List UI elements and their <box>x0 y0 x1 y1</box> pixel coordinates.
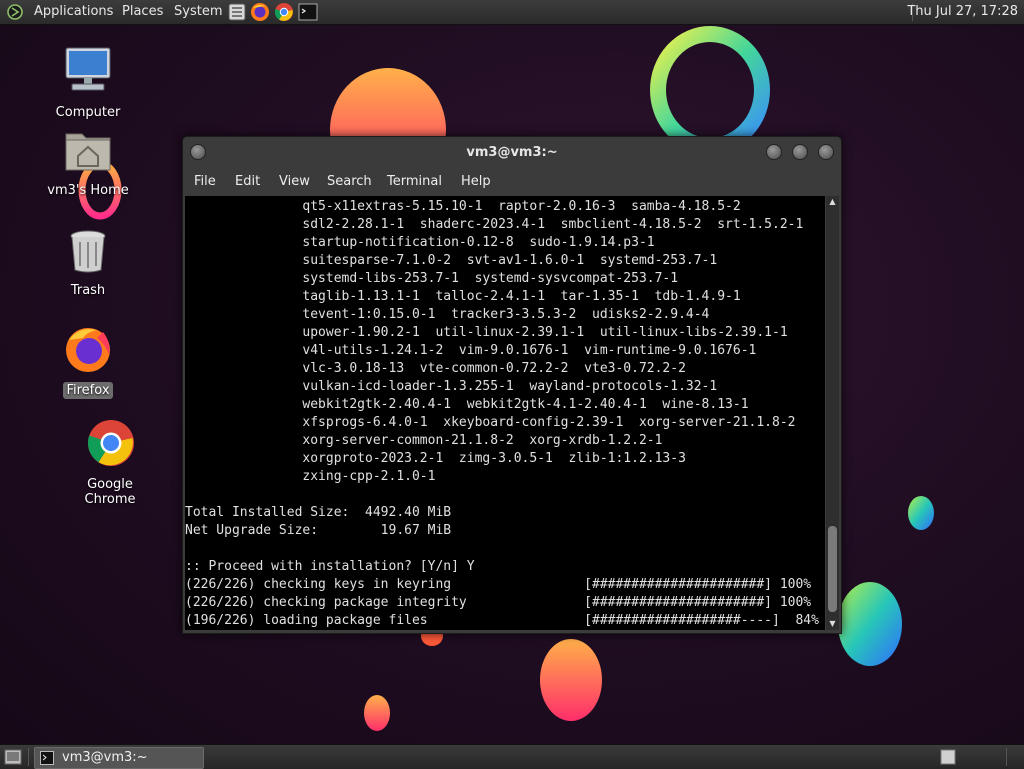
terminal-task-icon <box>40 751 54 765</box>
desktop-icon-trash[interactable]: Trash <box>40 228 136 299</box>
desktop-icon-home[interactable]: vm3's Home <box>40 126 136 199</box>
scrollbar-thumb[interactable] <box>828 526 837 612</box>
menu-view[interactable]: View <box>279 174 310 189</box>
trash-icon <box>70 230 106 273</box>
scroll-down-arrow-icon[interactable]: ▼ <box>826 618 839 630</box>
terminal-output-area[interactable]: qt5-x11extras-5.15.10-1 raptor-2.0.16-3 … <box>185 196 825 630</box>
maximize-button[interactable] <box>792 144 808 160</box>
desktop-icon-label: Firefox <box>63 382 113 399</box>
close-button[interactable] <box>818 144 834 160</box>
home-folder-icon <box>65 133 111 171</box>
workspace-switcher-icon[interactable] <box>940 749 956 765</box>
panel-separator <box>28 748 29 766</box>
terminal-scrollbar[interactable]: ▲ ▼ <box>826 196 839 630</box>
menu-help[interactable]: Help <box>461 174 491 189</box>
menu-file[interactable]: File <box>194 174 216 189</box>
window-menubar: File Edit View Search Terminal Help <box>183 169 841 195</box>
desktop-icon-chrome[interactable]: Google Chrome <box>63 418 159 508</box>
terminal-window[interactable]: vm3@vm3:~ File Edit View Search Terminal… <box>182 136 842 634</box>
menu-search[interactable]: Search <box>327 174 372 189</box>
minimize-button[interactable] <box>766 144 782 160</box>
menu-edit[interactable]: Edit <box>235 174 260 189</box>
panel-separator <box>1006 748 1007 766</box>
window-titlebar[interactable]: vm3@vm3:~ <box>183 137 841 167</box>
menu-terminal[interactable]: Terminal <box>387 174 442 189</box>
scroll-up-arrow-icon[interactable]: ▲ <box>826 196 839 208</box>
desktop-icon-label: Google Chrome <box>84 477 136 507</box>
desktop-icon-label: Computer <box>55 105 121 120</box>
desktop-icon-label: Trash <box>70 283 106 298</box>
computer-icon <box>65 47 111 91</box>
chrome-icon <box>87 420 134 466</box>
show-desktop-icon[interactable] <box>4 748 22 766</box>
window-title: vm3@vm3:~ <box>466 145 558 160</box>
terminal-output: qt5-x11extras-5.15.10-1 raptor-2.0.16-3 … <box>185 199 819 628</box>
desktop-icon-computer[interactable]: Computer <box>40 44 136 121</box>
bottom-panel: vm3@vm3:~ <box>0 744 1024 769</box>
desktop-icon-firefox[interactable]: Firefox <box>40 324 136 399</box>
desktop-icon-label: vm3's Home <box>47 183 129 198</box>
firefox-icon <box>66 328 110 372</box>
taskbar-item-label: vm3@vm3:~ <box>62 750 148 765</box>
taskbar-item-terminal[interactable]: vm3@vm3:~ <box>34 747 204 769</box>
